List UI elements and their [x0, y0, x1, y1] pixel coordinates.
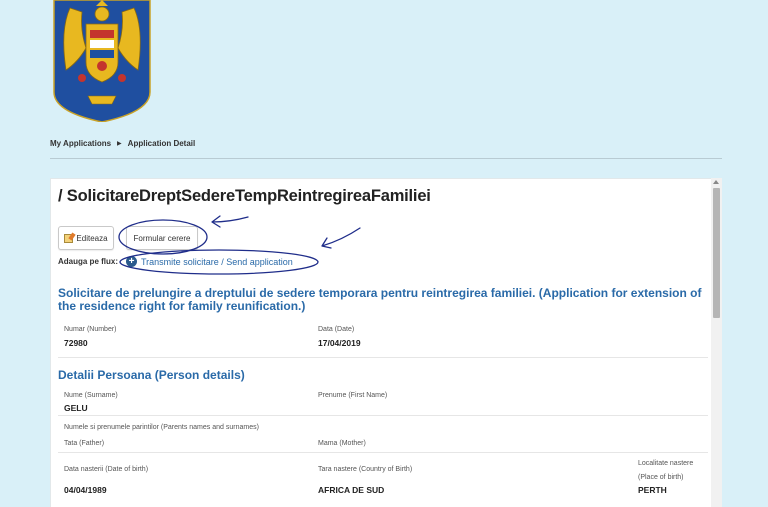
application-heading: Solicitare de prelungire a dreptului de …	[58, 286, 702, 313]
dob-value: 04/04/1989	[64, 485, 107, 495]
send-application-label: Transmite solicitare / Send application	[141, 256, 293, 267]
scrollbar-thumb[interactable]	[713, 188, 720, 318]
parents-label: Numele si prenumele parintilor (Parents …	[64, 424, 259, 431]
row-divider	[58, 452, 708, 453]
edit-button-label: Editeaza	[76, 233, 108, 243]
form-button-label: Formular cerere	[133, 233, 191, 243]
breadcrumb-link-my-applications[interactable]: My Applications	[50, 139, 111, 148]
surname-label: Nume (Surname)	[64, 392, 118, 399]
number-value: 72980	[64, 338, 88, 348]
breadcrumb-current: Application Detail	[127, 139, 196, 148]
scroll-up-arrow-icon[interactable]	[713, 180, 719, 184]
firstname-label: Prenume (First Name)	[318, 392, 388, 399]
form-button[interactable]: Formular cerere	[126, 226, 198, 250]
page-title: / SolicitareDreptSedereTempReintregireaF…	[58, 187, 431, 205]
birth-place-label-line1: Localitate nastere	[638, 460, 694, 467]
pencil-note-icon	[64, 233, 74, 243]
number-label: Numar (Number)	[64, 326, 117, 333]
mother-label: Mama (Mother)	[318, 440, 366, 447]
surname-value: GELU	[64, 403, 88, 413]
father-label: Tata (Father)	[64, 440, 105, 447]
dob-label: Data nasterii (Date of birth)	[64, 466, 149, 473]
birth-place-value: PERTH	[638, 485, 667, 495]
person-details-heading: Detalii Persoana (Person details)	[58, 368, 245, 382]
plus-circle-icon: +	[126, 256, 138, 267]
coat-of-arms-logo	[53, 0, 151, 122]
breadcrumb: My Applications ▶ Application Detail	[50, 139, 195, 148]
date-label: Data (Date)	[318, 326, 355, 333]
birth-country-value: AFRICA DE SUD	[318, 485, 385, 495]
date-value: 17/04/2019	[318, 338, 361, 348]
breadcrumb-divider	[50, 158, 722, 159]
row-divider	[58, 415, 708, 416]
vertical-scrollbar[interactable]	[711, 178, 722, 507]
row-divider	[58, 357, 708, 358]
triangle-right-icon: ▶	[117, 141, 122, 147]
edit-button[interactable]: Editeaza	[58, 226, 114, 250]
birth-place-label-line2: (Place of birth)	[638, 474, 684, 481]
birth-country-label: Tara nastere (Country of Birth)	[318, 466, 413, 473]
flow-label: Adauga pe flux:	[58, 257, 119, 266]
send-application-link[interactable]: + Transmite solicitare / Send applicatio…	[126, 256, 293, 267]
flow-row: Adauga pe flux: + Transmite solicitare /…	[58, 256, 293, 267]
